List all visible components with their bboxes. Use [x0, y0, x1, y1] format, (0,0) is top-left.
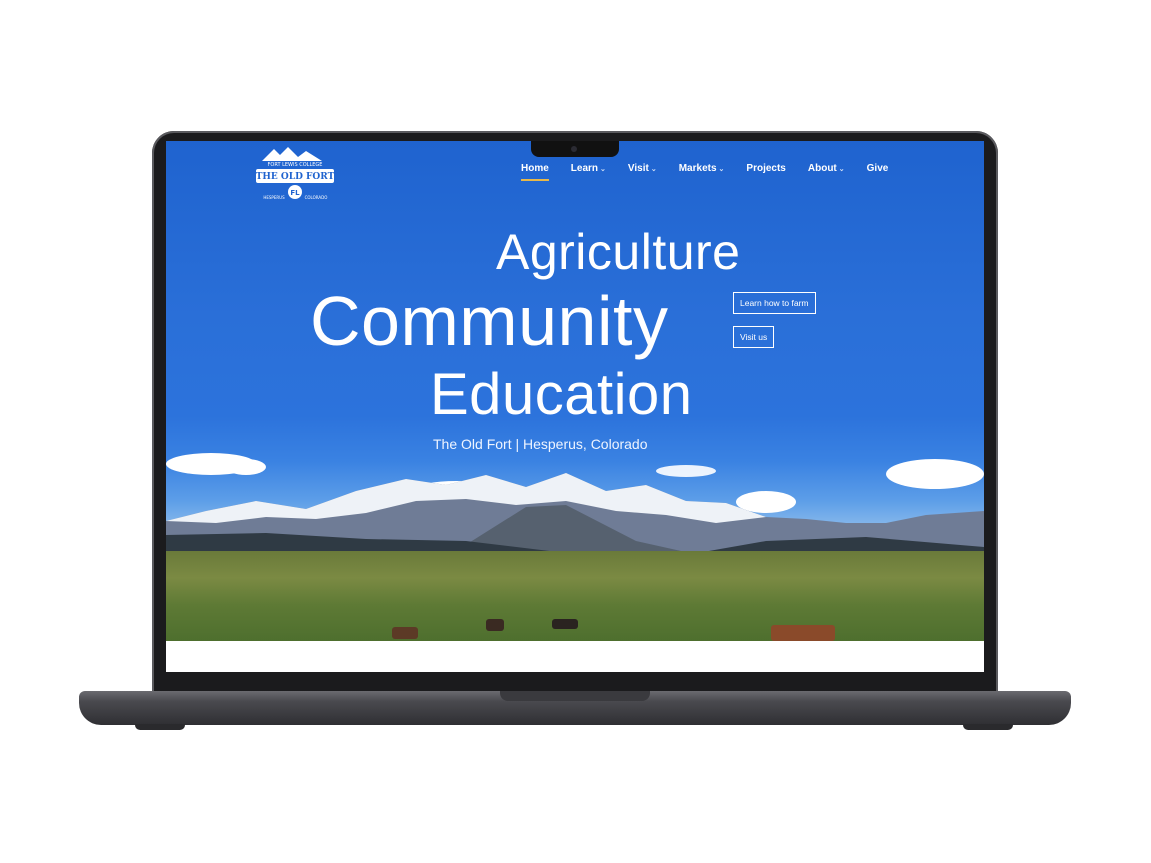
svg-text:FL: FL — [290, 189, 300, 197]
hero-tagline: The Old Fort | Hesperus, Colorado — [433, 436, 648, 452]
visit-us-button[interactable]: Visit us — [733, 326, 775, 348]
cow — [552, 619, 578, 629]
nav-give-label: Give — [866, 163, 889, 174]
cow — [486, 619, 504, 631]
nav-learn[interactable]: Learn ⌄ — [571, 163, 606, 174]
nav-markets[interactable]: Markets ⌄ — [679, 163, 725, 174]
content-area — [166, 641, 984, 672]
nav-give[interactable]: Give — [867, 163, 889, 174]
laptop-opening-notch — [500, 691, 650, 701]
nav-about[interactable]: About ⌄ — [808, 163, 845, 174]
nav-visit-label: Visit — [627, 163, 649, 174]
nav-about-label: About — [807, 163, 837, 174]
camera-notch — [531, 141, 619, 157]
laptop-foot-right — [963, 724, 1013, 730]
cow — [771, 625, 835, 641]
nav-markets-label: Markets — [678, 163, 717, 174]
svg-text:COLORADO: COLORADO — [305, 195, 328, 200]
laptop-screen: FORT LEWIS COLLEGE THE OLD FORT FL HESPE… — [166, 141, 984, 672]
nav-projects-label: Projects — [746, 163, 786, 174]
old-fort-logo[interactable]: FORT LEWIS COLLEGE THE OLD FORT FL HESPE… — [250, 147, 340, 205]
nav-home[interactable]: Home — [521, 163, 549, 181]
chevron-down-icon: ⌄ — [600, 165, 606, 173]
camera-icon — [571, 146, 577, 152]
chevron-down-icon: ⌄ — [718, 165, 725, 173]
nav-learn-label: Learn — [570, 163, 599, 174]
laptop-foot-left — [135, 724, 185, 730]
svg-text:THE OLD FORT: THE OLD FORT — [256, 172, 335, 182]
hero-heading-agriculture: Agriculture — [496, 224, 741, 280]
svg-text:HESPERUS: HESPERUS — [263, 195, 285, 200]
nav-visit[interactable]: Visit ⌄ — [628, 163, 657, 174]
svg-text:FORT LEWIS COLLEGE: FORT LEWIS COLLEGE — [268, 162, 323, 168]
main-nav: Home Learn ⌄ Visit ⌄ Markets ⌄ Projects Abo… — [521, 163, 910, 181]
hero-section: FORT LEWIS COLLEGE THE OLD FORT FL HESPE… — [166, 141, 984, 641]
hero-heading-community: Community — [310, 282, 669, 360]
nav-home-label: Home — [521, 163, 549, 174]
learn-how-to-farm-button[interactable]: Learn how to farm — [733, 292, 816, 314]
cow — [392, 627, 418, 639]
chevron-down-icon: ⌄ — [838, 165, 845, 173]
hero-heading-education: Education — [430, 362, 693, 427]
chevron-down-icon: ⌄ — [650, 165, 657, 173]
nav-projects[interactable]: Projects — [746, 163, 785, 174]
